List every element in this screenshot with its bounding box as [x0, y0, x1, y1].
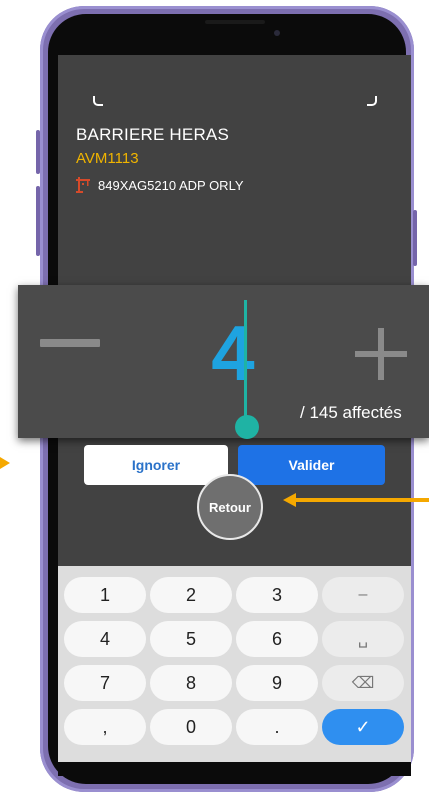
key-comma[interactable]: ,	[64, 709, 146, 745]
back-button[interactable]: Retour	[197, 474, 263, 540]
minus-icon[interactable]	[40, 339, 100, 347]
ignore-button[interactable]: Ignorer	[84, 445, 228, 485]
quantity-counter: 4 / 145 affectés	[18, 285, 429, 439]
key-done[interactable]: ✓	[322, 709, 404, 745]
text-cursor	[244, 300, 247, 420]
key-period[interactable]: .	[236, 709, 318, 745]
validate-button[interactable]: Valider	[238, 445, 385, 485]
key-0[interactable]: 0	[150, 709, 232, 745]
quantity-value[interactable]: 4	[203, 313, 263, 393]
crane-icon	[76, 177, 90, 193]
key-8[interactable]: 8	[150, 665, 232, 701]
scan-corner-top-right	[367, 96, 377, 106]
volume-button	[36, 130, 40, 174]
annotation-arrow-right-icon	[0, 457, 10, 469]
key-6[interactable]: 6	[236, 621, 318, 657]
key-5[interactable]: 5	[150, 621, 232, 657]
key-minus[interactable]: –	[322, 577, 404, 613]
earpiece-speaker	[205, 20, 265, 24]
numeric-keyboard: 1 2 3 – 4 5 6 ␣ 7 8 9 ⌫ , 0 . ✓	[58, 566, 411, 762]
key-9[interactable]: 9	[236, 665, 318, 701]
plus-icon-vertical	[378, 328, 384, 380]
key-1[interactable]: 1	[64, 577, 146, 613]
key-backspace[interactable]: ⌫	[322, 665, 404, 701]
cursor-handle[interactable]	[235, 415, 259, 439]
power-button	[413, 210, 417, 266]
front-camera	[274, 30, 280, 36]
plus-icon[interactable]	[355, 328, 407, 380]
phone-chin	[58, 762, 411, 776]
key-space[interactable]: ␣	[322, 621, 404, 657]
scan-corner-top-left	[93, 96, 103, 106]
assigned-total: / 145 affectés	[300, 403, 402, 422]
key-3[interactable]: 3	[236, 577, 318, 613]
equipment-title: BARRIERE HERAS	[76, 125, 230, 144]
vehicle-row: 849XAG5210 ADP ORLY	[76, 177, 244, 193]
key-7[interactable]: 7	[64, 665, 146, 701]
equipment-code: AVM1113	[76, 150, 139, 167]
vehicle-label: 849XAG5210 ADP ORLY	[98, 177, 244, 193]
key-4[interactable]: 4	[64, 621, 146, 657]
volume-button-2	[36, 186, 40, 256]
key-2[interactable]: 2	[150, 577, 232, 613]
annotation-arrow-left-icon	[283, 493, 429, 507]
